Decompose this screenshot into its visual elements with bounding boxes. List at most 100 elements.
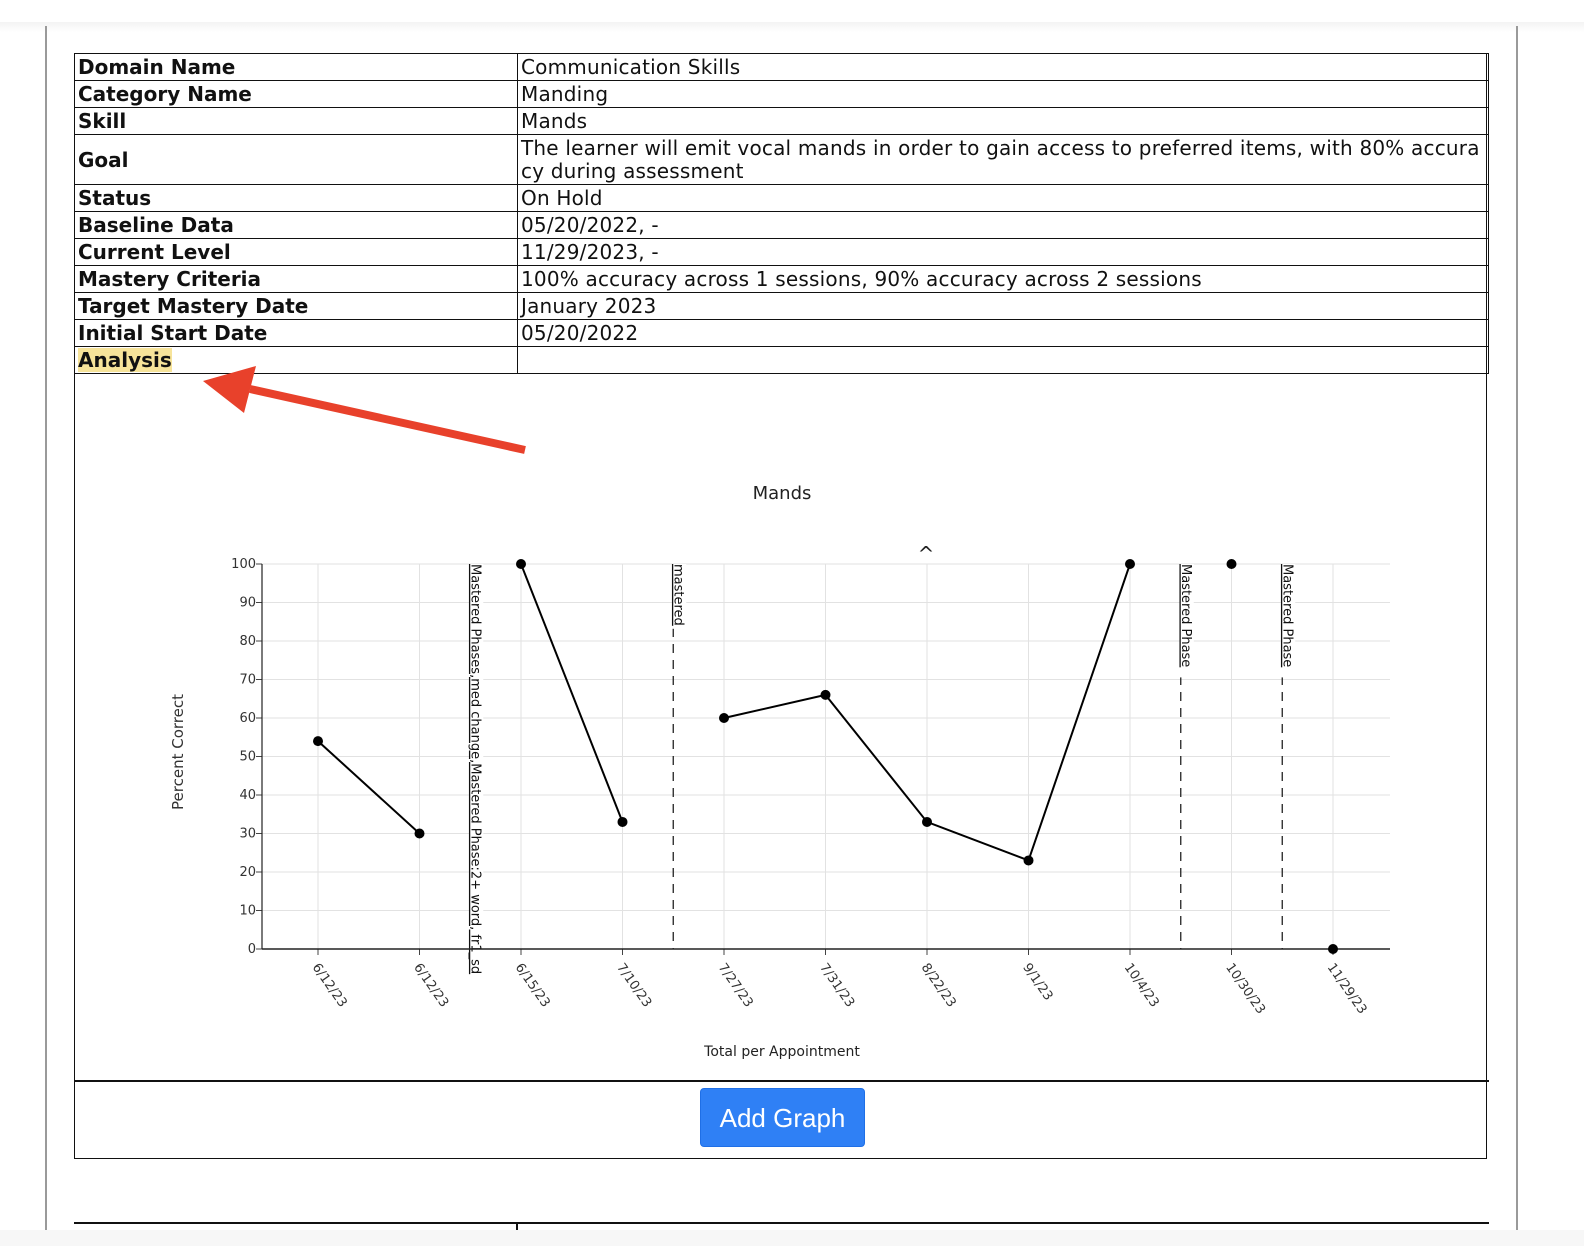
data-point xyxy=(1125,559,1135,569)
info-key-label: Skill xyxy=(78,109,127,133)
y-tick-label: 20 xyxy=(239,865,256,880)
info-row: Target Mastery Date January 2023 xyxy=(74,292,1489,320)
y-tick-label: 100 xyxy=(231,557,256,572)
x-tick-label: 6/15/23 xyxy=(512,961,553,1011)
phase-change-label: Mastered Phases,med change,Mastered Phas… xyxy=(467,564,482,974)
info-row: Category Name Manding xyxy=(74,80,1489,108)
info-row-key: Category Name xyxy=(74,80,518,108)
x-tick-label: 6/12/23 xyxy=(410,961,451,1011)
y-tick-label: 0 xyxy=(248,942,256,957)
info-key-label: Domain Name xyxy=(78,55,236,79)
info-row: Domain Name Communication Skills xyxy=(74,53,1489,81)
phase-change-label: Mastered Phase xyxy=(1178,564,1193,667)
info-row-value: Communication Skills xyxy=(517,53,1489,81)
info-row: Mastery Criteria 100% accuracy across 1 s… xyxy=(74,265,1489,293)
browser-top-bar xyxy=(0,0,1584,23)
data-point xyxy=(719,713,729,723)
y-tick-label: 40 xyxy=(239,788,256,803)
info-row: Baseline Data 05/20/2022, - xyxy=(74,211,1489,239)
data-point xyxy=(414,828,425,839)
info-key-label: Mastery Criteria xyxy=(78,267,262,291)
analysis-graph-area: Mastered Phases,med change,Mastered Phas… xyxy=(74,389,1489,1081)
x-tick-label: 8/22/23 xyxy=(918,961,959,1011)
next-table-top-border xyxy=(74,1222,1489,1224)
info-row: Initial Start Date 05/20/2022 xyxy=(74,319,1489,347)
phase-change-lines: Mastered Phases,med change,Mastered Phas… xyxy=(467,564,1296,974)
info-key-label: Category Name xyxy=(78,82,252,106)
x-tick-label: 6/12/23 xyxy=(309,961,350,1011)
graph-footer-divider xyxy=(74,1080,1489,1082)
info-key-label: Initial Start Date xyxy=(78,321,268,345)
page-right-border xyxy=(1516,26,1518,1232)
info-row-key: Initial Start Date xyxy=(74,319,518,347)
data-point xyxy=(1023,855,1034,866)
y-tick-label: 70 xyxy=(239,673,256,688)
x-tick-label: 10/4/23 xyxy=(1121,961,1162,1011)
y-tick-label: 60 xyxy=(239,711,256,726)
add-graph-button[interactable]: Add Graph xyxy=(700,1088,865,1147)
info-key-label: Goal xyxy=(78,147,129,172)
chart-grid xyxy=(262,563,1390,950)
y-tick-label: 10 xyxy=(239,904,256,919)
x-tick-label: 7/10/23 xyxy=(613,961,654,1011)
info-row-value xyxy=(517,346,1489,374)
info-row-key: Mastery Criteria xyxy=(74,265,518,293)
info-row-key: Baseline Data xyxy=(74,211,518,239)
data-point xyxy=(1328,944,1338,954)
phase-change-label: Mastered Phase xyxy=(1279,564,1294,667)
x-tick-label: 9/1/23 xyxy=(1019,961,1055,1004)
info-row-value: On Hold xyxy=(517,184,1489,212)
mands-chart: Mastered Phases,med change,Mastered Phas… xyxy=(169,483,1390,1060)
x-tick-label: 7/31/23 xyxy=(816,961,857,1011)
x-tick-label: 7/27/23 xyxy=(715,961,756,1011)
data-point xyxy=(820,689,831,700)
info-row: Status On Hold xyxy=(74,184,1489,212)
goal-info-table: Domain Name Communication Skills Category … xyxy=(74,53,1489,374)
info-row-value: Manding xyxy=(517,80,1489,108)
info-key-label: Baseline Data xyxy=(78,213,234,237)
x-tick-label: 11/29/23 xyxy=(1324,961,1370,1017)
data-point xyxy=(1226,559,1237,569)
x-tick-label: 10/30/23 xyxy=(1222,961,1268,1017)
y-tick-label: 80 xyxy=(239,634,256,649)
info-row-key: Target Mastery Date xyxy=(74,292,518,320)
chart-x-axis-label: Total per Appointment xyxy=(703,1044,860,1060)
y-tick-label: 30 xyxy=(239,827,256,842)
info-row: Goal The learner will emit vocal mands in… xyxy=(74,134,1489,185)
phase-change-label: mastered xyxy=(670,564,685,626)
info-row: Analysis xyxy=(74,346,1489,374)
info-row: Skill Mands xyxy=(74,107,1489,135)
data-point xyxy=(617,816,628,827)
info-row-key: Domain Name xyxy=(74,53,518,81)
chart-y-axis-label: Percent Correct xyxy=(169,694,187,810)
data-point xyxy=(516,559,526,569)
info-row-value: 05/20/2022, - xyxy=(517,211,1489,239)
info-row-key: Skill xyxy=(74,107,518,135)
top-shadow-band xyxy=(0,22,1584,32)
chart-axes: 0 10 20 30 40 50 60 70 80 90 100 6/12/23 6/12/23 6/15… xyxy=(231,557,1390,1017)
info-row-key: Status xyxy=(74,184,518,212)
chart-caret-marker[interactable]: ^ xyxy=(918,542,935,566)
info-key-label[interactable]: Analysis xyxy=(78,348,172,372)
info-row-key: Analysis xyxy=(74,346,518,374)
page-left-border xyxy=(45,26,47,1232)
info-key-label: Status xyxy=(78,186,152,210)
info-row-value: January 2023 xyxy=(517,292,1489,320)
data-point xyxy=(313,736,323,747)
info-row-value: 05/20/2022 xyxy=(517,319,1489,347)
y-tick-label: 90 xyxy=(239,596,256,611)
info-key-label: Current Level xyxy=(78,240,231,264)
info-key-label: Target Mastery Date xyxy=(78,294,309,318)
info-row: Current Level 11/29/2023, - xyxy=(74,238,1489,266)
info-row-key: Goal xyxy=(74,134,518,185)
y-tick-label: 50 xyxy=(239,750,256,765)
chart-title: Mands xyxy=(753,483,812,504)
series-line-segment xyxy=(317,740,421,835)
bottom-strip xyxy=(0,1230,1584,1246)
info-row-key: Current Level xyxy=(74,238,518,266)
info-row-value: 100% accuracy across 1 sessions, 90% acc… xyxy=(517,265,1489,293)
data-point xyxy=(922,816,932,827)
info-row-value: Mands xyxy=(517,107,1489,135)
info-row-value: 11/29/2023, - xyxy=(517,238,1489,266)
info-row-value: The learner will emit vocal mands in ord… xyxy=(517,134,1489,185)
